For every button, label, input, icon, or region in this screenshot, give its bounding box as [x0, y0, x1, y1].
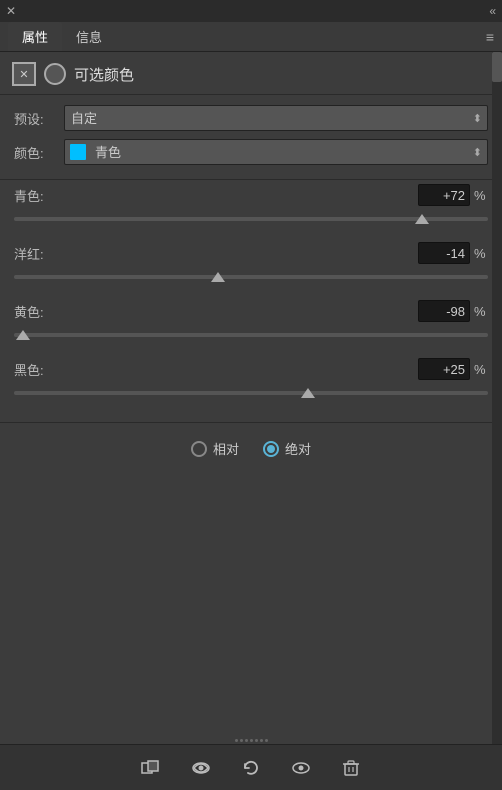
drag-dot-7: [265, 739, 268, 742]
drag-handle[interactable]: [231, 738, 271, 743]
black-label: 黑色:: [14, 360, 56, 379]
yellow-slider-row: 黄色: -98 %: [14, 300, 488, 344]
black-slider-row: 黑色: +25 %: [14, 358, 488, 402]
bottom-toolbar: [0, 744, 502, 790]
drag-dot-5: [255, 739, 258, 742]
panel-title: 可选颜色: [74, 64, 134, 85]
delete-button[interactable]: [335, 752, 367, 784]
magenta-slider-track: [14, 275, 488, 279]
color-select[interactable]: 青色: [64, 139, 488, 165]
cyan-slider-thumb[interactable]: [415, 214, 429, 224]
preset-label: 预设:: [14, 109, 56, 128]
mask-icon: [12, 62, 36, 86]
color-label: 颜色:: [14, 143, 56, 162]
magenta-slider-row: 洋红: -14 %: [14, 242, 488, 286]
magenta-value-input[interactable]: -14: [418, 242, 470, 264]
magenta-slider-thumb[interactable]: [211, 272, 225, 282]
radio-absolute-circle: [263, 441, 279, 457]
drag-dot-4: [250, 739, 253, 742]
black-percent: %: [474, 362, 488, 377]
preset-select[interactable]: 自定: [64, 105, 488, 131]
tabs-bar: 属性 信息 ≡: [0, 22, 502, 52]
yellow-slider-thumb[interactable]: [16, 330, 30, 340]
cyan-slider-header: 青色: +72 %: [14, 184, 488, 206]
title-bar: ✕ «: [0, 0, 502, 22]
radio-absolute[interactable]: 绝对: [263, 439, 311, 458]
scroll-thumb[interactable]: [492, 52, 502, 82]
black-slider-track: [14, 391, 488, 395]
black-slider-thumb[interactable]: [301, 388, 315, 398]
main-content: 属性 信息 ≡ 可选颜色 预设: 自定 颜色: 青色: [0, 22, 502, 790]
circle-icon: [44, 63, 66, 85]
form-area: 预设: 自定 颜色: 青色: [0, 95, 502, 179]
yellow-slider-track: [14, 333, 488, 337]
panel-header: 可选颜色: [0, 52, 502, 94]
magenta-slider-header: 洋红: -14 %: [14, 242, 488, 264]
drag-dot-6: [260, 739, 263, 742]
cyan-slider-row: 青色: +72 %: [14, 184, 488, 228]
color-row: 颜色: 青色: [14, 139, 488, 165]
tab-properties[interactable]: 属性: [8, 22, 62, 51]
radio-relative[interactable]: 相对: [191, 439, 239, 458]
magenta-slider-track-container[interactable]: [14, 268, 488, 286]
yellow-percent: %: [474, 304, 488, 319]
tabs-menu-icon[interactable]: ≡: [486, 29, 494, 45]
radio-relative-label: 相对: [213, 439, 239, 458]
yellow-slider-track-container[interactable]: [14, 326, 488, 344]
clip-mask-button[interactable]: [135, 752, 167, 784]
cyan-slider-track-container[interactable]: [14, 210, 488, 228]
yellow-label: 黄色:: [14, 302, 56, 321]
yellow-slider-header: 黄色: -98 %: [14, 300, 488, 322]
preset-row: 预设: 自定: [14, 105, 488, 131]
visibility-button[interactable]: [185, 752, 217, 784]
expand-button[interactable]: «: [489, 4, 496, 18]
cyan-percent: %: [474, 188, 488, 203]
close-button[interactable]: ✕: [6, 4, 16, 18]
drag-dot-1: [235, 739, 238, 742]
reset-button[interactable]: [235, 752, 267, 784]
radio-absolute-label: 绝对: [285, 439, 311, 458]
radio-relative-circle: [191, 441, 207, 457]
color-select-wrapper: 青色: [64, 139, 488, 165]
view-button[interactable]: [285, 752, 317, 784]
magenta-label: 洋红:: [14, 244, 56, 263]
black-slider-header: 黑色: +25 %: [14, 358, 488, 380]
drag-dot-3: [245, 739, 248, 742]
tab-info[interactable]: 信息: [62, 22, 116, 51]
black-value-input[interactable]: +25: [418, 358, 470, 380]
yellow-value-input[interactable]: -98: [418, 300, 470, 322]
drag-dot-2: [240, 739, 243, 742]
cyan-slider-track: [14, 217, 488, 221]
sliders-area: 青色: +72 % 洋红: -14 %: [0, 180, 502, 422]
scroll-track[interactable]: [492, 52, 502, 744]
magenta-percent: %: [474, 246, 488, 261]
cyan-label: 青色:: [14, 186, 56, 205]
black-slider-track-container[interactable]: [14, 384, 488, 402]
preset-select-wrapper: 自定: [64, 105, 488, 131]
cyan-value-input[interactable]: +72: [418, 184, 470, 206]
radio-row: 相对 绝对: [0, 423, 502, 474]
